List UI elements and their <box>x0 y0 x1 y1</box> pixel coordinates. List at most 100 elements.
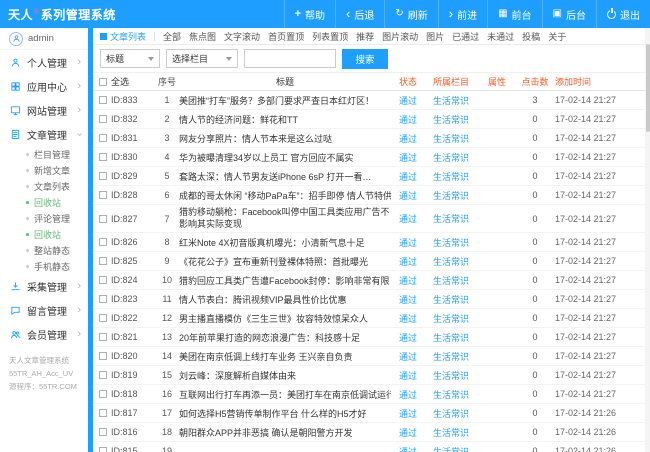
category-link[interactable]: 生活常识 <box>425 350 477 363</box>
article-title[interactable]: 20年前苹果打造的网恋浪漫广告：科技感十足 <box>179 331 391 344</box>
article-title[interactable]: 成都的哥太休闲 “移动PaPa车”：招手即停 情人节特供 <box>179 189 391 202</box>
article-title[interactable]: 美团在南京低调上线打车业务 王兴亲自负责 <box>179 350 391 363</box>
row-checkbox[interactable] <box>99 447 107 452</box>
status-link[interactable]: 通过 <box>391 445 425 452</box>
category-link[interactable]: 生活常识 <box>425 189 477 202</box>
logout-button[interactable]: 退出 <box>596 0 650 28</box>
status-link[interactable]: 通过 <box>391 189 425 202</box>
status-link[interactable]: 通过 <box>391 369 425 382</box>
category-link[interactable]: 生活常识 <box>425 445 477 452</box>
status-link[interactable]: 通过 <box>391 255 425 268</box>
row-checkbox[interactable] <box>99 295 107 303</box>
sidebar-item-collect-manage[interactable]: 采集管理› <box>0 274 88 298</box>
category-link[interactable]: 生活常识 <box>425 369 477 382</box>
category-link[interactable]: 生活常识 <box>425 388 477 401</box>
status-link[interactable]: 通过 <box>391 132 425 145</box>
row-checkbox[interactable] <box>99 115 107 123</box>
article-title[interactable]: 男主播直播模仿《三生三世》妆容特效惊呆众人 <box>179 312 391 325</box>
scrollbar-thumb[interactable] <box>646 44 650 132</box>
status-link[interactable]: 通过 <box>391 151 425 164</box>
category-link[interactable]: 生活常识 <box>425 312 477 325</box>
sidebar-item-message-manage[interactable]: 留言管理› <box>0 298 88 322</box>
article-title[interactable]: 刘云峰：深度解析自媒体由来 <box>179 369 391 382</box>
front-site-button[interactable]: 前台 <box>487 0 541 28</box>
filter-link[interactable]: 首页置顶 <box>268 30 304 43</box>
status-link[interactable]: 通过 <box>391 293 425 306</box>
filter-link[interactable]: 未通过 <box>487 30 514 43</box>
filter-link[interactable]: 已通过 <box>452 30 479 43</box>
category-link[interactable]: 生活常识 <box>425 331 477 344</box>
article-title[interactable]: 互联网出行打车再添一员：美团打车在南京低调试运行 <box>179 388 391 401</box>
status-link[interactable]: 通过 <box>391 350 425 363</box>
row-checkbox[interactable] <box>99 238 107 246</box>
sidebar-subitem-comment-recycle-bin[interactable]: 回收站 <box>0 226 88 242</box>
category-link[interactable]: 生活常识 <box>425 113 477 126</box>
sidebar-item-member-manage[interactable]: 会员管理› <box>0 322 88 346</box>
backend-button[interactable]: 后台 <box>542 0 596 28</box>
sidebar-subitem-mobile-static[interactable]: 手机静态 <box>0 258 88 274</box>
sidebar-item-article-manage[interactable]: 文章管理› <box>0 122 88 146</box>
sidebar-subitem-recycle-bin[interactable]: 回收站 <box>0 194 88 210</box>
row-checkbox[interactable] <box>99 333 107 341</box>
article-title[interactable]: 情人节表白：腾讯视频VIP最具性价比优惠 <box>179 293 391 306</box>
select-all-checkbox[interactable] <box>99 78 107 86</box>
sidebar-subitem-site-static[interactable]: 整站静态 <box>0 242 88 258</box>
status-link[interactable]: 通过 <box>391 236 425 249</box>
row-checkbox[interactable] <box>99 390 107 398</box>
filter-link[interactable]: 焦点图 <box>189 30 216 43</box>
category-link[interactable]: 生活常识 <box>425 212 477 225</box>
sidebar-subitem-new-article[interactable]: 新增文章 <box>0 162 88 178</box>
status-link[interactable]: 通过 <box>391 312 425 325</box>
article-title[interactable]: 美团推“打车”服务？多部门要求严查日本红灯区！ <box>179 94 391 107</box>
article-title[interactable]: 情人节的经济问题：鲜花和TT <box>179 113 391 126</box>
article-title[interactable]: 红米Note 4X初音版真机曝光：小清新气息十足 <box>179 236 391 249</box>
article-title[interactable]: 《花花公子》宣布重新刊登裸体特照：首批曝光 <box>179 255 391 268</box>
refresh-button[interactable]: 刷新 <box>384 0 437 28</box>
article-title[interactable]: 网友分享照片：情人节本来是这么过哒 <box>179 132 391 145</box>
article-title[interactable]: 猎豹回应工具类广告遭Facebook封停：影响非常有限 <box>179 274 391 287</box>
search-button[interactable]: 搜索 <box>342 49 388 69</box>
category-link[interactable]: 生活常识 <box>425 407 477 420</box>
status-link[interactable]: 通过 <box>391 274 425 287</box>
category-select[interactable]: 选择栏目 <box>166 49 238 68</box>
sidebar-item-website-manage[interactable]: 网站管理› <box>0 98 88 122</box>
status-link[interactable]: 通过 <box>391 94 425 107</box>
article-title[interactable]: 猎豹移动躺枪：Facebook叫停中国工具类应用广告不影响其实际变现 <box>179 205 391 232</box>
status-link[interactable]: 通过 <box>391 113 425 126</box>
category-link[interactable]: 生活常识 <box>425 426 477 439</box>
forward-button[interactable]: 前进 <box>438 0 487 28</box>
article-title[interactable]: 朝阳群众APP并非恶搞 确认是朝阳警方开发 <box>179 426 391 439</box>
filter-link[interactable]: 推荐 <box>356 30 374 43</box>
filter-link[interactable]: 文字滚动 <box>224 30 260 43</box>
status-link[interactable]: 通过 <box>391 212 425 225</box>
help-button[interactable]: 帮助 <box>284 0 335 28</box>
tab-article-list[interactable]: 文章列表 <box>100 30 146 43</box>
sidebar-subitem-comment-manage[interactable]: 评论管理 <box>0 210 88 226</box>
row-checkbox[interactable] <box>99 314 107 322</box>
category-link[interactable]: 生活常识 <box>425 94 477 107</box>
sidebar-item-app-center[interactable]: 应用中心› <box>0 74 88 98</box>
status-link[interactable]: 通过 <box>391 331 425 344</box>
filter-link[interactable]: 投稿 <box>522 30 540 43</box>
row-checkbox[interactable] <box>99 191 107 199</box>
back-button[interactable]: 后退 <box>335 0 384 28</box>
search-input[interactable] <box>244 49 336 68</box>
row-checkbox[interactable] <box>99 215 107 223</box>
category-link[interactable]: 生活常识 <box>425 132 477 145</box>
row-checkbox[interactable] <box>99 276 107 284</box>
sidebar-item-personal-manage[interactable]: 个人管理› <box>0 50 88 74</box>
category-link[interactable]: 生活常识 <box>425 151 477 164</box>
row-checkbox[interactable] <box>99 352 107 360</box>
article-title[interactable]: 套路太深：情人节男友送iPhone 6sP 打开一看… <box>179 170 391 183</box>
status-link[interactable]: 通过 <box>391 407 425 420</box>
status-link[interactable]: 通过 <box>391 388 425 401</box>
row-checkbox[interactable] <box>99 371 107 379</box>
sidebar-subitem-category-manage[interactable]: 栏目管理 <box>0 146 88 162</box>
filter-link[interactable]: 图片 <box>426 30 444 43</box>
article-title[interactable]: 华为被曝清理34岁以上员工 官方回应不属实 <box>179 151 391 164</box>
article-title[interactable]: 如何选择H5营销传单制作平台 什么样的H5才好 <box>179 407 391 420</box>
row-checkbox[interactable] <box>99 428 107 436</box>
category-link[interactable]: 生活常识 <box>425 255 477 268</box>
vertical-scrollbar[interactable] <box>645 28 650 452</box>
row-checkbox[interactable] <box>99 257 107 265</box>
